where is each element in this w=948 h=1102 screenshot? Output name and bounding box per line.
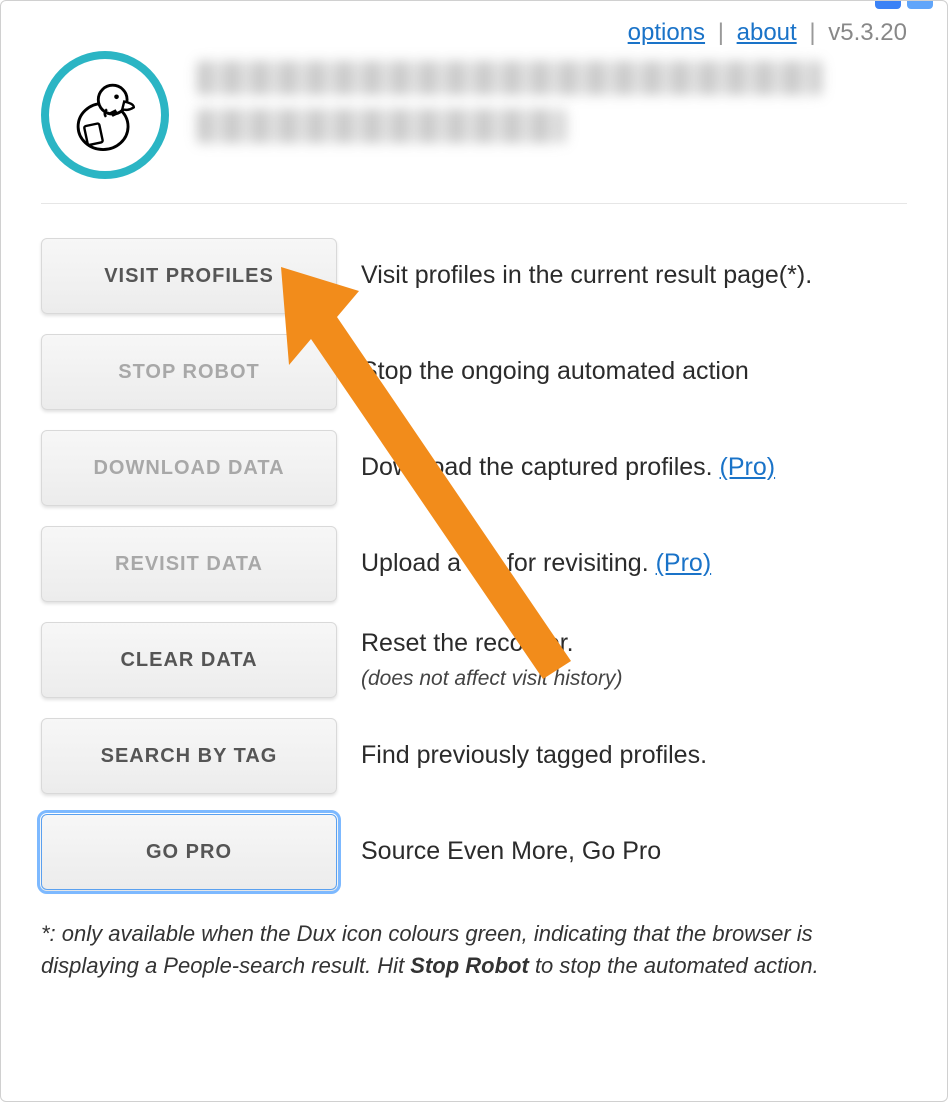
action-list: VISIT PROFILES Visit profiles in the cur…	[41, 238, 907, 890]
redacted-line	[197, 61, 822, 95]
clear-data-button[interactable]: CLEAR DATA	[41, 622, 337, 698]
stop-robot-button[interactable]: STOP ROBOT	[41, 334, 337, 410]
go-pro-button[interactable]: GO PRO	[41, 814, 337, 890]
row-clear-data: CLEAR DATA Reset the recorder. (does not…	[41, 622, 907, 698]
search-by-tag-button[interactable]: SEARCH BY TAG	[41, 718, 337, 794]
pro-link[interactable]: (Pro)	[656, 549, 712, 577]
visit-profiles-button[interactable]: VISIT PROFILES	[41, 238, 337, 314]
row-visit-profiles: VISIT PROFILES Visit profiles in the cur…	[41, 238, 907, 314]
separator: |	[718, 19, 724, 46]
header-row	[41, 51, 907, 204]
revisit-data-desc: Upload a file for revisiting. (Pro)	[361, 547, 907, 581]
go-pro-desc: Source Even More, Go Pro	[361, 835, 907, 869]
revisit-data-button[interactable]: REVISIT DATA	[41, 526, 337, 602]
popup-window: options | about | v5.3.20	[0, 0, 948, 1102]
redacted-line	[197, 109, 566, 143]
about-link[interactable]: about	[737, 19, 797, 46]
download-data-button[interactable]: DOWNLOAD DATA	[41, 430, 337, 506]
revisit-data-desc-text: Upload a file for revisiting.	[361, 549, 656, 577]
separator: |	[809, 19, 815, 46]
clear-data-desc-text: Reset the recorder.	[361, 629, 574, 657]
search-by-tag-desc: Find previously tagged profiles.	[361, 739, 907, 773]
footnote-bold: Stop Robot	[410, 953, 529, 978]
pro-link[interactable]: (Pro)	[720, 453, 776, 481]
options-link[interactable]: options	[628, 19, 705, 46]
row-download-data: DOWNLOAD DATA Download the captured prof…	[41, 430, 907, 506]
duck-logo-icon	[41, 51, 169, 179]
row-search-by-tag: SEARCH BY TAG Find previously tagged pro…	[41, 718, 907, 794]
row-stop-robot: STOP ROBOT Stop the ongoing automated ac…	[41, 334, 907, 410]
footnote: *: only available when the Dux icon colo…	[41, 918, 907, 982]
row-revisit-data: REVISIT DATA Upload a file for revisitin…	[41, 526, 907, 602]
clear-data-desc: Reset the recorder. (does not affect vis…	[361, 627, 907, 693]
clear-data-subtext: (does not affect visit history)	[361, 665, 907, 693]
redacted-title-area	[197, 51, 907, 143]
visit-profiles-desc: Visit profiles in the current result pag…	[361, 259, 907, 293]
stop-robot-desc: Stop the ongoing automated action	[361, 355, 907, 389]
download-data-desc-text: Download the captured profiles.	[361, 453, 720, 481]
top-nav: options | about | v5.3.20	[41, 19, 907, 47]
footnote-post: to stop the automated action.	[529, 953, 819, 978]
row-go-pro: GO PRO Source Even More, Go Pro	[41, 814, 907, 890]
version-label: v5.3.20	[828, 19, 907, 46]
browser-tab-accent	[875, 1, 933, 9]
download-data-desc: Download the captured profiles. (Pro)	[361, 451, 907, 485]
